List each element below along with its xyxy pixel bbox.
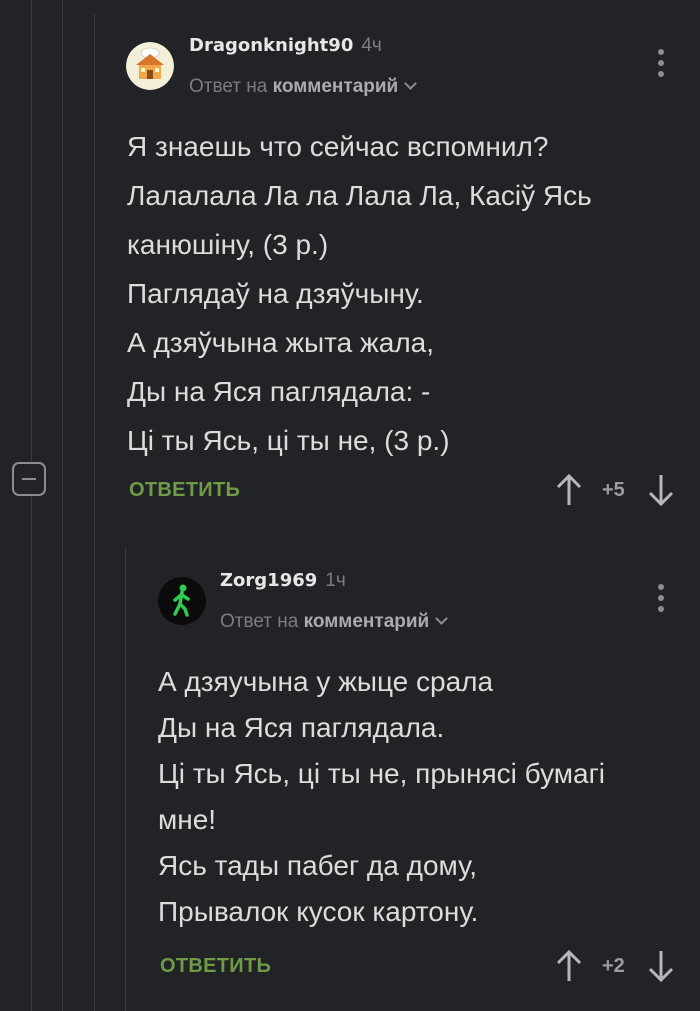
walking-man-avatar-icon[interactable] (158, 577, 206, 625)
more-options-icon[interactable] (656, 582, 666, 616)
upvote-arrow-icon[interactable] (555, 948, 583, 984)
downvote-arrow-icon[interactable] (647, 948, 675, 984)
comment-line: Я знаешь что сейчас вспомнил? (127, 131, 549, 162)
comment-line: А дзяучына у жыце срала (158, 666, 494, 697)
upvote-arrow-icon[interactable] (555, 472, 583, 508)
comment-line: Прывалок кусок картону. (158, 896, 479, 927)
chevron-down-icon (404, 77, 418, 90)
reply-button[interactable]: ОТВЕТИТЬ (129, 479, 240, 502)
reply-to-link[interactable]: Ответ на комментарий (189, 76, 418, 98)
collapse-thread-button[interactable] (12, 462, 46, 496)
comment-body: А дзяучына у жыце срала Ды на Яся пагляд… (158, 659, 605, 935)
comment-score: +2 (602, 955, 625, 977)
comment-username[interactable]: Zorg1969 1ч (220, 570, 346, 592)
house-cloud-avatar-icon[interactable] (126, 42, 174, 90)
comment-score: +5 (602, 479, 625, 501)
comment-line: Ясь тады пабег да дому, (158, 850, 478, 881)
comment-line: канюшіну, (3 р.) (127, 229, 329, 260)
comment-line: мне! (158, 804, 217, 835)
comment-line: Ці ты Ясь, ці ты не, (3 р.) (127, 425, 450, 456)
comment-body: Я знаешь что сейчас вспомнил? Лалалала Л… (127, 122, 592, 465)
thread-line-level-2 (62, 0, 63, 1011)
comment-username[interactable]: Dragonknight90 4ч (189, 35, 382, 57)
reply-to-link[interactable]: Ответ на комментарий (220, 611, 449, 633)
comment-time: 1ч (325, 570, 346, 591)
thread-line-level-3 (94, 14, 95, 1011)
thread-line-level-1 (31, 0, 32, 1011)
comment-line: Лалалала Ла ла Лала Ла, Касіў Ясь (127, 180, 592, 211)
more-options-icon[interactable] (656, 47, 666, 81)
comment-line: Ды на Яся паглядала. (158, 712, 445, 743)
chevron-down-icon (435, 612, 449, 625)
comment-time: 4ч (361, 35, 382, 56)
comment-line: Паглядаў на дзяўчыну. (127, 278, 424, 309)
reply-button[interactable]: ОТВЕТИТЬ (160, 955, 271, 978)
comment-line: Ці ты Ясь, ці ты не, прынясі бумагі (158, 758, 606, 789)
comment-line: А дзяўчына жыта жала, (127, 327, 435, 358)
thread-line-level-4 (125, 548, 126, 1011)
downvote-arrow-icon[interactable] (647, 472, 675, 508)
comment-line: Ды на Яся паглядала: - (127, 376, 431, 407)
